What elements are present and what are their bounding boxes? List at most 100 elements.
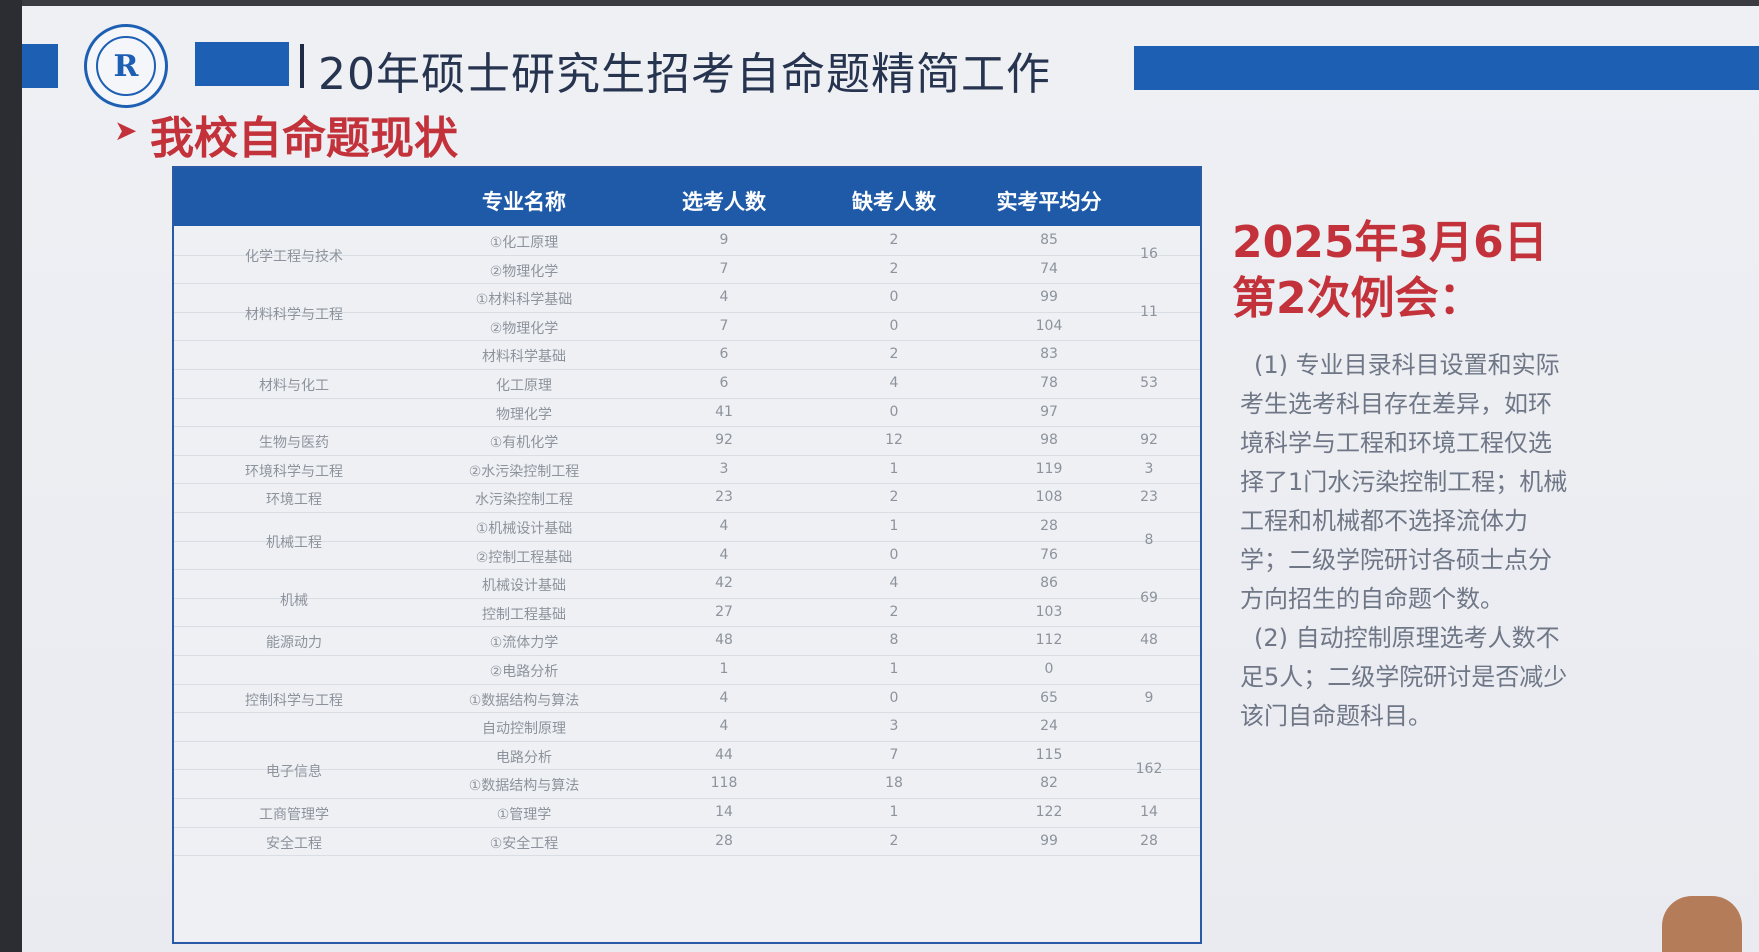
average-cell: 28: [1040, 518, 1058, 534]
takers-cell: 41: [715, 403, 733, 420]
table-row-divider: [174, 826, 1200, 828]
table-header: 专业名称 选考人数 缺考人数 实考平均分: [174, 168, 1200, 226]
presenter-hand: [1662, 896, 1742, 952]
col-header-takers: 选考人数: [682, 190, 766, 214]
major-cell: 能源动力: [266, 635, 322, 652]
major-cell: 机械工程: [266, 535, 322, 552]
table-row-divider: [174, 740, 1200, 742]
absent-cell: 7: [889, 746, 899, 763]
slide-title: 20年硕士研究生招考自命题精简工作: [318, 49, 1051, 100]
table-row-divider: [174, 369, 1200, 370]
group-total-cell: 162: [1135, 761, 1163, 778]
group-total-cell: 53: [1140, 375, 1158, 391]
table-row-divider: [174, 283, 1200, 285]
absent-cell: 1: [889, 460, 899, 477]
takers-cell: 44: [715, 746, 733, 763]
absent-cell: 3: [889, 718, 899, 735]
average-cell: 99: [1040, 832, 1058, 849]
meeting-notes: (1) 专业目录科目设置和实际考生选考科目存在差异，如环境科学与工程和环境工程仅…: [1240, 346, 1570, 736]
absent-cell: 4: [889, 375, 899, 391]
average-cell: 85: [1040, 232, 1058, 248]
subject-cell: ②物理化学: [489, 263, 559, 280]
table-row-divider: [174, 855, 1200, 857]
takers-cell: 7: [719, 260, 729, 277]
subject-cell: 机械设计基础: [482, 578, 566, 595]
header-accent-bar-mid: [195, 42, 289, 86]
takers-cell: 14: [715, 804, 733, 820]
takers-cell: 4: [719, 546, 729, 563]
title-separator: [300, 44, 304, 88]
group-total-cell: 28: [1140, 832, 1158, 849]
note-2: (2) 自动控制原理选考人数不足5人；二级学院研讨是否减少该门自命题科目。: [1240, 624, 1568, 730]
table-row-divider: [174, 798, 1200, 799]
table-row-divider: [174, 655, 1200, 656]
table-row-divider: [174, 512, 1200, 513]
subject-cell: ①有机化学: [489, 435, 559, 452]
table-row-divider: [174, 426, 1200, 428]
logo-letter: R: [96, 36, 156, 96]
group-total-cell: 9: [1144, 689, 1154, 706]
takers-cell: 28: [715, 832, 733, 849]
takers-cell: 27: [715, 603, 733, 620]
subject-cell: ①数据结构与算法: [468, 778, 580, 795]
takers-cell: 4: [719, 689, 729, 706]
average-cell: 83: [1040, 346, 1058, 363]
subject-cell: 水污染控制工程: [475, 492, 573, 509]
takers-cell: 118: [710, 775, 738, 792]
major-cell: 材料科学与工程: [245, 306, 343, 323]
group-total-cell: 92: [1140, 432, 1158, 449]
note-1: (1) 专业目录科目设置和实际考生选考科目存在差异，如环境科学与工程和环境工程仅…: [1240, 351, 1568, 613]
takers-cell: 4: [719, 718, 729, 735]
table-body: ①化工原理 9 2 85 ②物理化学 7 2 74 化学工程与技术 16 ①材料科学基础 4 0 99 ②物…: [174, 226, 1200, 942]
subject-cell: ②水污染控制工程: [468, 463, 580, 480]
average-cell: 98: [1040, 432, 1058, 449]
section-heading: 我校自命题现状: [150, 113, 458, 164]
absent-cell: 2: [889, 603, 899, 620]
university-logo: R: [84, 24, 168, 108]
col-header-absent: 缺考人数: [852, 190, 936, 214]
major-cell: 环境科学与工程: [245, 463, 343, 480]
table-row-divider: [174, 712, 1200, 714]
average-cell: 115: [1035, 746, 1063, 763]
major-cell: 化学工程与技术: [245, 249, 343, 266]
group-total-cell: 16: [1140, 246, 1158, 263]
absent-cell: 2: [889, 832, 899, 849]
exam-stats-table: 专业名称 选考人数 缺考人数 实考平均分 ①化工原理 9 2 85 ②物理化学 7 2 74 化…: [172, 166, 1202, 944]
header-accent-bar-right: [1134, 46, 1759, 90]
absent-cell: 2: [889, 346, 899, 363]
subject-cell: ①机械设计基础: [475, 521, 573, 537]
average-cell: 82: [1040, 775, 1058, 792]
group-total-cell: 69: [1140, 589, 1158, 606]
major-cell: 机械: [280, 592, 308, 609]
table-row-divider: [174, 454, 1200, 456]
takers-cell: 7: [719, 317, 729, 334]
takers-cell: 6: [719, 375, 729, 391]
average-cell: 97: [1040, 403, 1058, 420]
subject-cell: ②控制工程基础: [475, 549, 573, 566]
major-cell: 生物与医药: [259, 435, 329, 452]
subject-cell: 材料科学基础: [482, 349, 566, 366]
absent-cell: 1: [889, 804, 899, 820]
absent-cell: 1: [889, 518, 899, 534]
average-cell: 78: [1040, 375, 1058, 391]
subject-cell: ①数据结构与算法: [468, 692, 580, 709]
subject-cell: ①安全工程: [489, 835, 559, 852]
table-row-divider: [174, 683, 1200, 685]
average-cell: 112: [1035, 632, 1063, 649]
takers-cell: 6: [719, 346, 729, 363]
major-cell: 控制科学与工程: [245, 692, 343, 709]
table-row-divider: [174, 340, 1200, 342]
takers-cell: 23: [715, 489, 733, 506]
average-cell: 0: [1044, 661, 1054, 677]
group-total-cell: 14: [1140, 804, 1158, 820]
major-cell: 工商管理学: [259, 807, 329, 823]
subject-cell: 电路分析: [496, 749, 552, 766]
table-row-divider: [174, 483, 1200, 485]
subject-cell: 化工原理: [496, 378, 552, 394]
group-total-cell: 11: [1140, 303, 1158, 320]
takers-cell: 48: [715, 632, 733, 649]
absent-cell: 2: [889, 260, 899, 277]
absent-cell: 0: [889, 689, 899, 706]
takers-cell: 3: [719, 460, 729, 477]
major-cell: 环境工程: [266, 492, 322, 509]
